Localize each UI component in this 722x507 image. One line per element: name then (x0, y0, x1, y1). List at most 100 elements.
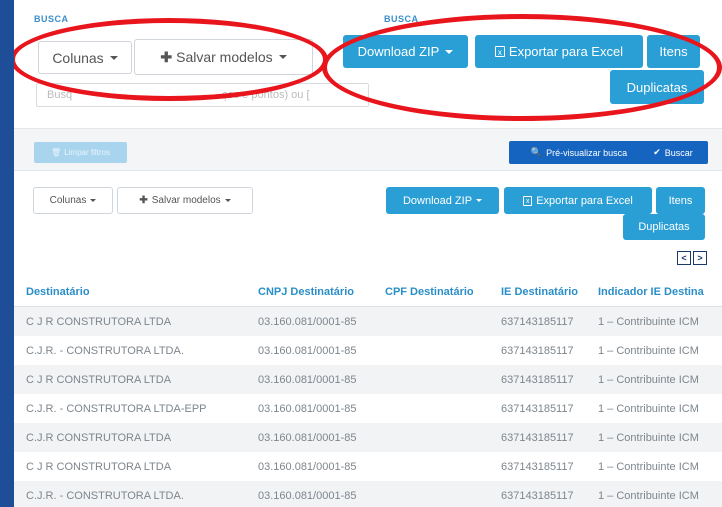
table-cell: 637143185117 (489, 452, 586, 481)
save-models-label: Salvar modelos (151, 195, 221, 206)
items-button[interactable]: Itens (656, 187, 705, 214)
preview-search-button[interactable]: 🔍 Pré-visualizar busca (509, 141, 649, 164)
columns-label: Colunas (49, 195, 87, 206)
search-label: Buscar (664, 147, 693, 158)
download-zip-button[interactable]: Download ZIP (386, 187, 499, 214)
table-cell: 1 – Contribuinte ICM (586, 336, 722, 365)
page-frame: BUSCA BUSCA Colunas ✚ Salvar modelos Dow… (14, 0, 722, 507)
table-cell: 637143185117 (489, 394, 586, 423)
table-cell (373, 365, 489, 394)
table-cell: 1 – Contribuinte ICM (586, 365, 722, 394)
table-cell: C J R CONSTRUTORA LTDA (14, 365, 246, 394)
download-zip-label: Download ZIP (357, 44, 440, 59)
download-zip-label: Download ZIP (402, 194, 473, 207)
check-icon: ✔ (653, 147, 661, 157)
table-row[interactable]: C J R CONSTRUTORA LTDA 03.160.081/0001-8… (14, 452, 722, 481)
columns-button[interactable]: Colunas (33, 187, 113, 214)
zoom-save-models-button[interactable]: ✚ Salvar modelos (134, 39, 313, 75)
items-label: Itens (659, 44, 688, 59)
zoom-download-zip-button[interactable]: Download ZIP (343, 35, 468, 68)
table-cell: 03.160.081/0001-85 (246, 452, 373, 481)
table-cell: C.J.R. - CONSTRUTORA LTDA. (14, 336, 246, 365)
plus-icon: ✚ (160, 48, 173, 65)
column-header[interactable]: CNPJ Destinatário (246, 278, 373, 307)
table-row[interactable]: C J R CONSTRUTORA LTDA 03.160.081/0001-8… (14, 365, 722, 394)
zoom-columns-button[interactable]: Colunas (38, 41, 132, 74)
table-row[interactable]: C.J.R. - CONSTRUTORA LTDA. 03.160.081/00… (14, 481, 722, 507)
columns-label: Colunas (52, 49, 104, 66)
chevron-down-icon (90, 199, 97, 202)
table-row[interactable]: C J R CONSTRUTORA LTDA 03.160.081/0001-8… (14, 306, 722, 336)
results-table: Destinatário CNPJ Destinatário CPF Desti… (14, 278, 722, 507)
zoom-duplicates-button[interactable]: Duplicatas (610, 70, 704, 104)
trash-icon: 🗑 (51, 148, 62, 157)
table-cell: C.J.R. - CONSTRUTORA LTDA-EPP (14, 394, 246, 423)
table-cell (373, 452, 489, 481)
search-icon: 🔍 (530, 147, 543, 157)
table-cell: 1 – Contribuinte ICM (586, 306, 722, 336)
table-cell: 1 – Contribuinte ICM (586, 452, 722, 481)
chevron-down-icon (445, 49, 454, 54)
search-placeholder-left: Busq (47, 89, 73, 101)
table-cell: 637143185117 (489, 336, 586, 365)
table-cell: 03.160.081/0001-85 (246, 306, 373, 336)
table-row[interactable]: C.J.R. - CONSTRUTORA LTDA-EPP 03.160.081… (14, 394, 722, 423)
duplicates-label: Duplicatas (638, 221, 690, 233)
plus-icon: ✚ (139, 195, 148, 206)
search-button[interactable]: ✔ Buscar (638, 141, 708, 164)
preview-search-label: Pré-visualizar busca (546, 147, 628, 158)
save-models-button[interactable]: ✚ Salvar modelos (117, 187, 253, 214)
export-excel-button[interactable]: x Exportar para Excel (504, 187, 652, 214)
table-cell: 03.160.081/0001-85 (246, 394, 373, 423)
zoom-search-input[interactable]: Busq ços e pontos) ou [ (36, 83, 369, 107)
items-label: Itens (668, 194, 693, 207)
table-header-row: Destinatário CNPJ Destinatário CPF Desti… (14, 278, 722, 307)
table-row[interactable]: C.J.R CONSTRUTORA LTDA 03.160.081/0001-8… (14, 423, 722, 452)
table-cell: 03.160.081/0001-85 (246, 481, 373, 507)
chevron-down-icon (109, 55, 118, 60)
zoom-export-excel-button[interactable]: x Exportar para Excel (475, 35, 643, 68)
table-cell: 03.160.081/0001-85 (246, 365, 373, 394)
column-header[interactable]: CPF Destinatário (373, 278, 489, 307)
search-placeholder-right: ços e pontos) ou [ (222, 89, 310, 101)
chevron-down-icon (224, 199, 231, 202)
table-cell: 637143185117 (489, 481, 586, 507)
column-header[interactable]: Destinatário (14, 278, 246, 307)
table-cell (373, 306, 489, 336)
table-cell: 637143185117 (489, 423, 586, 452)
column-header[interactable]: IE Destinatário (489, 278, 586, 307)
chevron-down-icon (476, 199, 483, 202)
table-cell (373, 423, 489, 452)
table-cell: 1 – Contribuinte ICM (586, 423, 722, 452)
table-cell: C J R CONSTRUTORA LTDA (14, 452, 246, 481)
table-row[interactable]: C.J.R. - CONSTRUTORA LTDA. 03.160.081/00… (14, 336, 722, 365)
table-cell: C J R CONSTRUTORA LTDA (14, 306, 246, 336)
table-cell: C.J.R CONSTRUTORA LTDA (14, 423, 246, 452)
save-models-label: Salvar modelos (176, 49, 273, 65)
table-cell: 1 – Contribuinte ICM (586, 481, 722, 507)
table-cell: 637143185117 (489, 365, 586, 394)
zoom-label-left: BUSCA (34, 14, 69, 24)
zoom-items-button[interactable]: Itens (647, 35, 700, 68)
clear-filters-label: Limpar filtros (64, 148, 110, 157)
table-cell: C.J.R. - CONSTRUTORA LTDA. (14, 481, 246, 507)
column-scroll-controls: < > (677, 251, 707, 265)
table-cell: 03.160.081/0001-85 (246, 336, 373, 365)
duplicates-button[interactable]: Duplicatas (623, 214, 705, 240)
table-cell: 637143185117 (489, 306, 586, 336)
table-cell (373, 336, 489, 365)
excel-icon: x (523, 195, 533, 206)
table-cell (373, 394, 489, 423)
duplicates-label: Duplicatas (626, 79, 688, 95)
zoomed-toolbar-callout: BUSCA BUSCA Colunas ✚ Salvar modelos Dow… (14, 0, 722, 129)
export-excel-label: Exportar para Excel (536, 194, 633, 207)
chevron-right-icon[interactable]: > (693, 251, 707, 265)
export-excel-label: Exportar para Excel (508, 44, 624, 59)
chevron-left-icon[interactable]: < (677, 251, 691, 265)
excel-icon: x (494, 46, 505, 57)
clear-filters-button[interactable]: 🗑 Limpar filtros (34, 142, 127, 163)
column-header[interactable]: Indicador IE Destina (586, 278, 722, 307)
chevron-down-icon (278, 55, 287, 59)
table-cell (373, 481, 489, 507)
zoom-label-right: BUSCA (384, 14, 419, 24)
